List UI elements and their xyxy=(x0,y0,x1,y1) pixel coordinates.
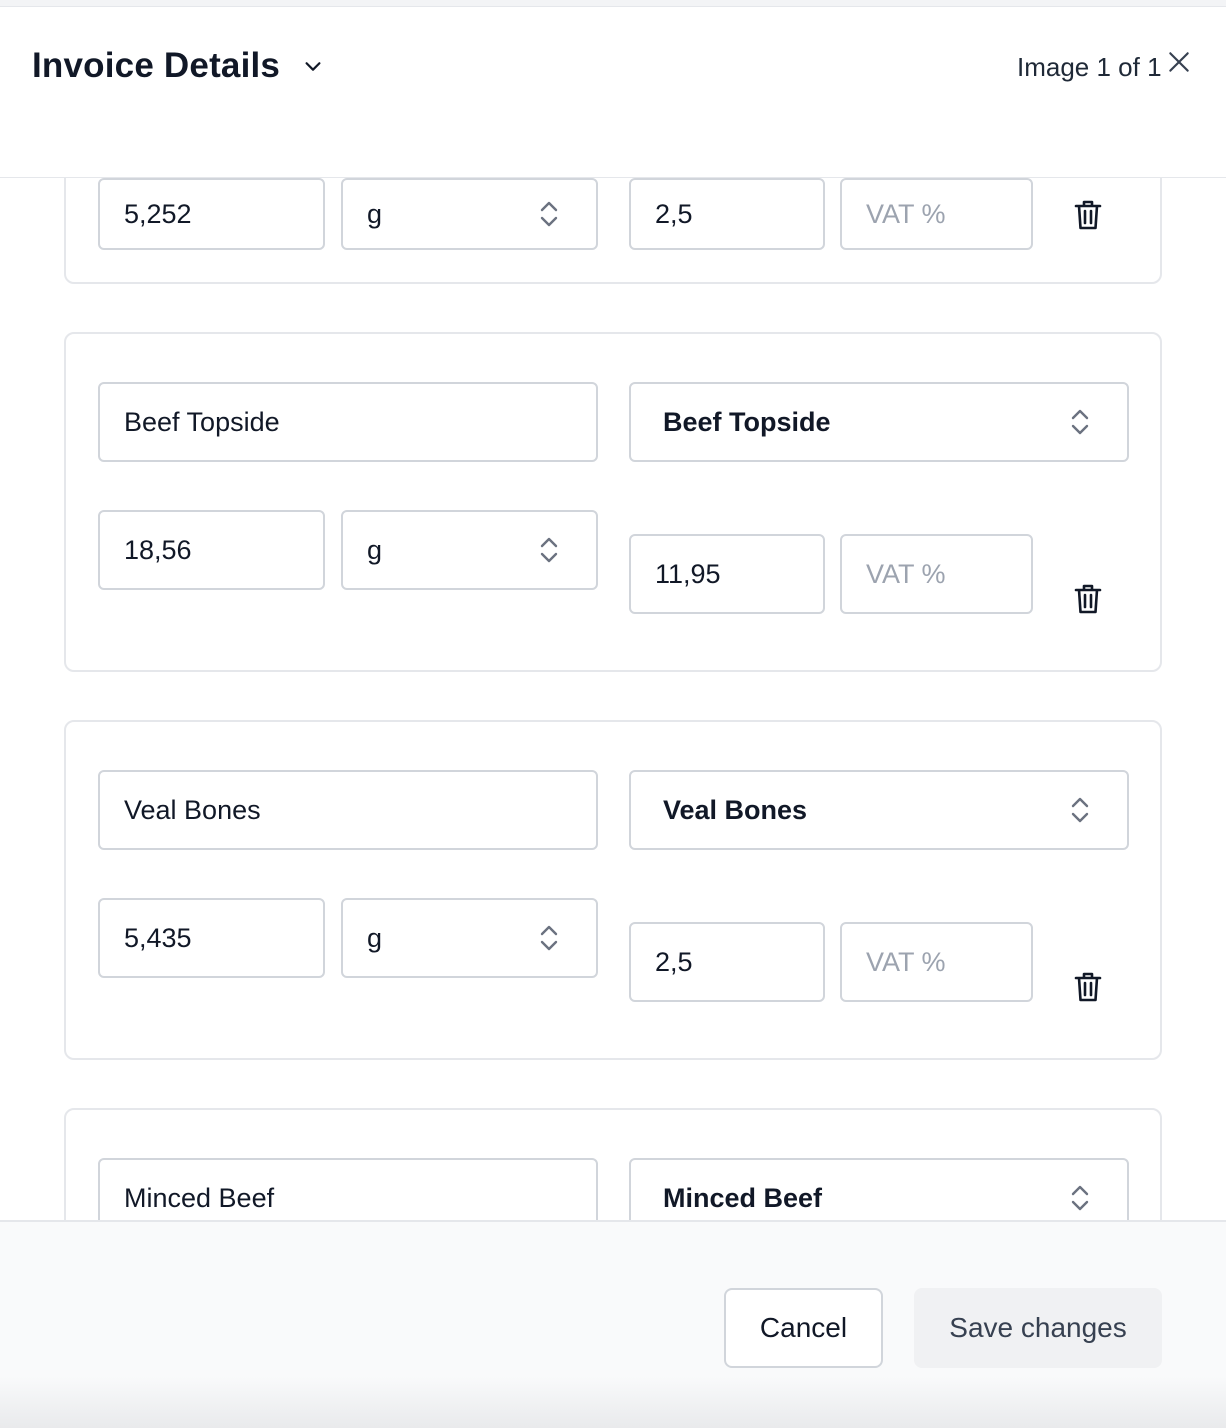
description-input[interactable]: Minced Beef xyxy=(98,1158,598,1220)
image-counter: Image 1 of 1 xyxy=(1017,52,1162,82)
description-value: Minced Beef xyxy=(124,1182,275,1213)
select-arrows-icon xyxy=(1071,1185,1089,1211)
product-value: Veal Bones xyxy=(663,794,808,825)
description-value: Veal Bones xyxy=(124,794,261,825)
quantity-value: 5,435 xyxy=(124,922,192,953)
chevron-down-icon xyxy=(300,53,326,79)
items-scroll-area[interactable]: 5,252 g 2,5 VAT % Beef Topside Beef Tops… xyxy=(0,178,1226,1220)
product-value: Minced Beef xyxy=(663,1182,823,1213)
close-icon xyxy=(1169,52,1189,72)
product-value: Beef Topside xyxy=(663,406,831,437)
close-button[interactable] xyxy=(1163,46,1195,78)
vat-placeholder: VAT % xyxy=(866,558,946,589)
vat-input[interactable]: VAT % xyxy=(840,178,1033,250)
unit-value: g xyxy=(367,922,383,953)
dialog-header: Invoice Details Image 1 of 1 xyxy=(0,8,1226,178)
vat-placeholder: VAT % xyxy=(866,198,946,229)
select-arrows-icon xyxy=(1071,409,1089,435)
select-arrows-icon xyxy=(1071,797,1089,823)
line-item-card: Minced Beef Minced Beef xyxy=(64,1108,1162,1220)
trash-icon xyxy=(1074,200,1102,230)
dialog-footer: Cancel Save changes xyxy=(0,1220,1226,1428)
product-select[interactable]: Beef Topside xyxy=(629,382,1129,462)
vat-placeholder: VAT % xyxy=(866,946,946,977)
trash-icon xyxy=(1074,972,1102,1002)
quantity-input[interactable]: 5,435 xyxy=(98,898,325,978)
dialog-title: Invoice Details xyxy=(32,46,281,85)
window-top-strip xyxy=(0,0,1226,7)
description-value: Beef Topside xyxy=(124,406,280,437)
delete-item-button[interactable] xyxy=(1073,198,1103,232)
price-input[interactable]: 2,5 xyxy=(629,922,825,1002)
vat-input[interactable]: VAT % xyxy=(840,922,1033,1002)
delete-item-button[interactable] xyxy=(1073,970,1103,1004)
price-input[interactable]: 2,5 xyxy=(629,178,825,250)
quantity-value: 18,56 xyxy=(124,534,192,565)
line-item-card: Beef Topside Beef Topside 18,56 g 11,95 … xyxy=(64,332,1162,672)
save-changes-button[interactable]: Save changes xyxy=(914,1288,1162,1368)
quantity-value: 5,252 xyxy=(124,198,192,229)
product-select[interactable]: Veal Bones xyxy=(629,770,1129,850)
trash-icon xyxy=(1074,584,1102,614)
title-dropdown[interactable]: Invoice Details xyxy=(32,46,326,86)
unit-value: g xyxy=(367,534,383,565)
cancel-button[interactable]: Cancel xyxy=(724,1288,883,1368)
quantity-input[interactable]: 18,56 xyxy=(98,510,325,590)
price-value: 2,5 xyxy=(655,946,693,977)
select-arrows-icon xyxy=(540,201,558,227)
price-value: 11,95 xyxy=(655,558,721,589)
price-input[interactable]: 11,95 xyxy=(629,534,825,614)
select-arrows-icon xyxy=(540,537,558,563)
line-item-card: Veal Bones Veal Bones 5,435 g 2,5 VAT % xyxy=(64,720,1162,1060)
delete-item-button[interactable] xyxy=(1073,582,1103,616)
price-value: 2,5 xyxy=(655,198,693,229)
quantity-input[interactable]: 5,252 xyxy=(98,178,325,250)
unit-select[interactable]: g xyxy=(341,510,598,590)
select-arrows-icon xyxy=(540,925,558,951)
vat-input[interactable]: VAT % xyxy=(840,534,1033,614)
unit-select[interactable]: g xyxy=(341,898,598,978)
line-item-card: 5,252 g 2,5 VAT % xyxy=(64,178,1162,284)
description-input[interactable]: Veal Bones xyxy=(98,770,598,850)
unit-select[interactable]: g xyxy=(341,178,598,250)
description-input[interactable]: Beef Topside xyxy=(98,382,598,462)
unit-value: g xyxy=(367,198,383,229)
product-select[interactable]: Minced Beef xyxy=(629,1158,1129,1220)
